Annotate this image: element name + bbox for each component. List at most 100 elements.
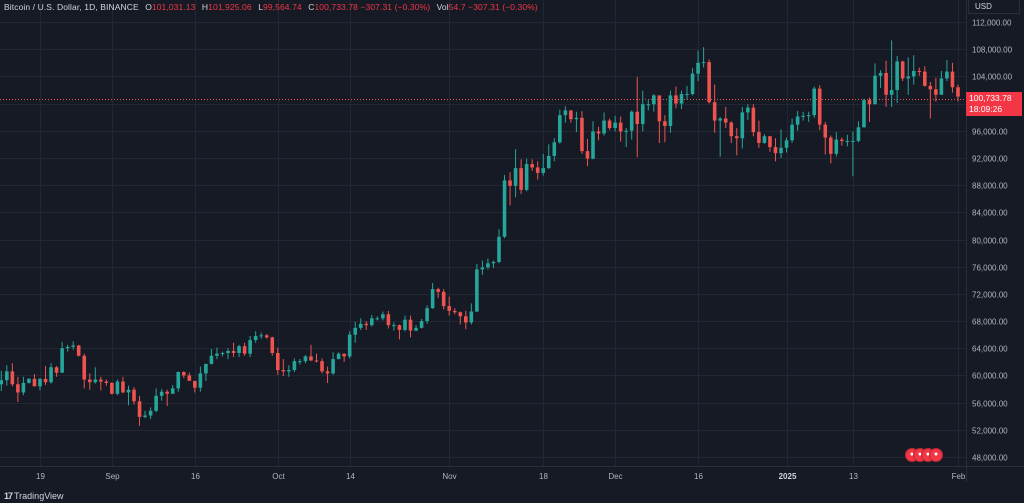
candle (16, 376, 20, 402)
candle-body (840, 139, 844, 141)
candle (298, 359, 302, 365)
candle (558, 109, 562, 144)
candle-body (613, 122, 617, 129)
candle-body (403, 319, 407, 330)
candle-body (729, 122, 734, 137)
candle (60, 342, 64, 373)
time-tick-label: 18 (539, 472, 548, 481)
candle (436, 287, 440, 298)
price-tick-label: 84,000.00 (972, 209, 1008, 218)
candle (38, 378, 42, 391)
candle-body (342, 353, 346, 357)
candle (663, 115, 667, 143)
candle-body (845, 140, 850, 142)
candle (723, 106, 728, 129)
candle-body (469, 311, 474, 323)
candle-body (585, 151, 590, 159)
candle (801, 111, 805, 121)
tradingview-mark-icon: 17 (4, 491, 13, 501)
candle-body (248, 340, 252, 354)
candle-body (5, 371, 9, 381)
candle (884, 60, 888, 107)
candle-body (779, 147, 783, 154)
candle-body (757, 132, 761, 143)
candle (845, 134, 850, 147)
candle (746, 104, 750, 120)
price-tick-label: 56,000.00 (972, 400, 1008, 409)
price-tick-label: 72,000.00 (972, 291, 1008, 300)
candle (270, 336, 275, 356)
candle-body (65, 346, 70, 349)
candle (469, 303, 474, 325)
candle-body (209, 355, 214, 364)
candle-body (370, 318, 374, 326)
candle (441, 289, 446, 310)
event-flag-icon[interactable]: ● (929, 448, 943, 462)
candle-body (569, 110, 573, 120)
candle-body (923, 71, 927, 86)
candle (386, 310, 391, 329)
candle-body (309, 356, 313, 361)
candle (425, 305, 429, 324)
candle-body (768, 136, 772, 148)
candle (76, 344, 81, 357)
candles (0, 40, 960, 426)
candle (347, 331, 352, 359)
candle-body (110, 382, 114, 394)
candle-body (502, 180, 507, 237)
tradingview-logo[interactable]: 17 TradingView (4, 491, 64, 501)
candle-body (602, 120, 606, 134)
candle-body (801, 115, 805, 117)
candle-body (392, 325, 396, 327)
candle-body (917, 70, 922, 72)
candle (375, 316, 380, 321)
candle-body (441, 291, 446, 307)
candle (895, 55, 899, 103)
time-tick-label: 14 (346, 472, 355, 481)
volume-value: 54.7 (448, 2, 466, 12)
candle (591, 121, 595, 160)
candle (381, 311, 385, 321)
candle-body (674, 95, 678, 104)
candle (751, 104, 756, 137)
candle-body (82, 355, 87, 380)
candle (707, 59, 711, 104)
candle-body (87, 379, 92, 383)
candle (110, 382, 114, 395)
candle-body (618, 122, 623, 132)
candle-body (397, 325, 402, 330)
candle-body (264, 335, 269, 338)
candle (950, 62, 955, 93)
candle (458, 311, 463, 325)
candle (945, 60, 949, 82)
candle (397, 324, 402, 340)
candle (718, 117, 722, 157)
candle-body (629, 111, 634, 131)
candle-body (480, 267, 485, 270)
candle-body (292, 361, 297, 370)
currency-button[interactable]: USD (968, 0, 1020, 14)
candle-body (325, 371, 330, 374)
candle (856, 121, 861, 143)
price-axis[interactable]: 48,000.00 52,000.00 56,000.00 60,000.00 64,0… (972, 19, 1013, 463)
candle (740, 106, 745, 149)
candle-body (215, 353, 219, 356)
symbol-title[interactable]: Bitcoin / U.S. Dollar, 1D, BINANCE (4, 2, 139, 12)
candle (414, 325, 418, 332)
candlestick-chart[interactable]: 48,000.00 52,000.00 56,000.00 60,000.00 64,0… (0, 0, 1024, 503)
time-tick-label: Sep (105, 472, 120, 481)
candle (198, 366, 203, 392)
candle-body (137, 401, 142, 417)
candle-body (701, 62, 706, 64)
bar-countdown: 18:09:26 (969, 104, 1003, 114)
candle (364, 321, 369, 330)
candle-body (790, 124, 794, 141)
price-tick-label: 108,000.00 (972, 46, 1013, 55)
volume-label: Vol (436, 2, 449, 12)
time-axis[interactable]: 19 Sep 16 Oct 14 Nov 18 Dec 16 2025 13 Feb (36, 472, 966, 481)
candle (685, 85, 689, 100)
candle-body (452, 310, 457, 313)
candle (513, 149, 518, 198)
candle-body (253, 336, 258, 341)
candle (27, 378, 31, 384)
